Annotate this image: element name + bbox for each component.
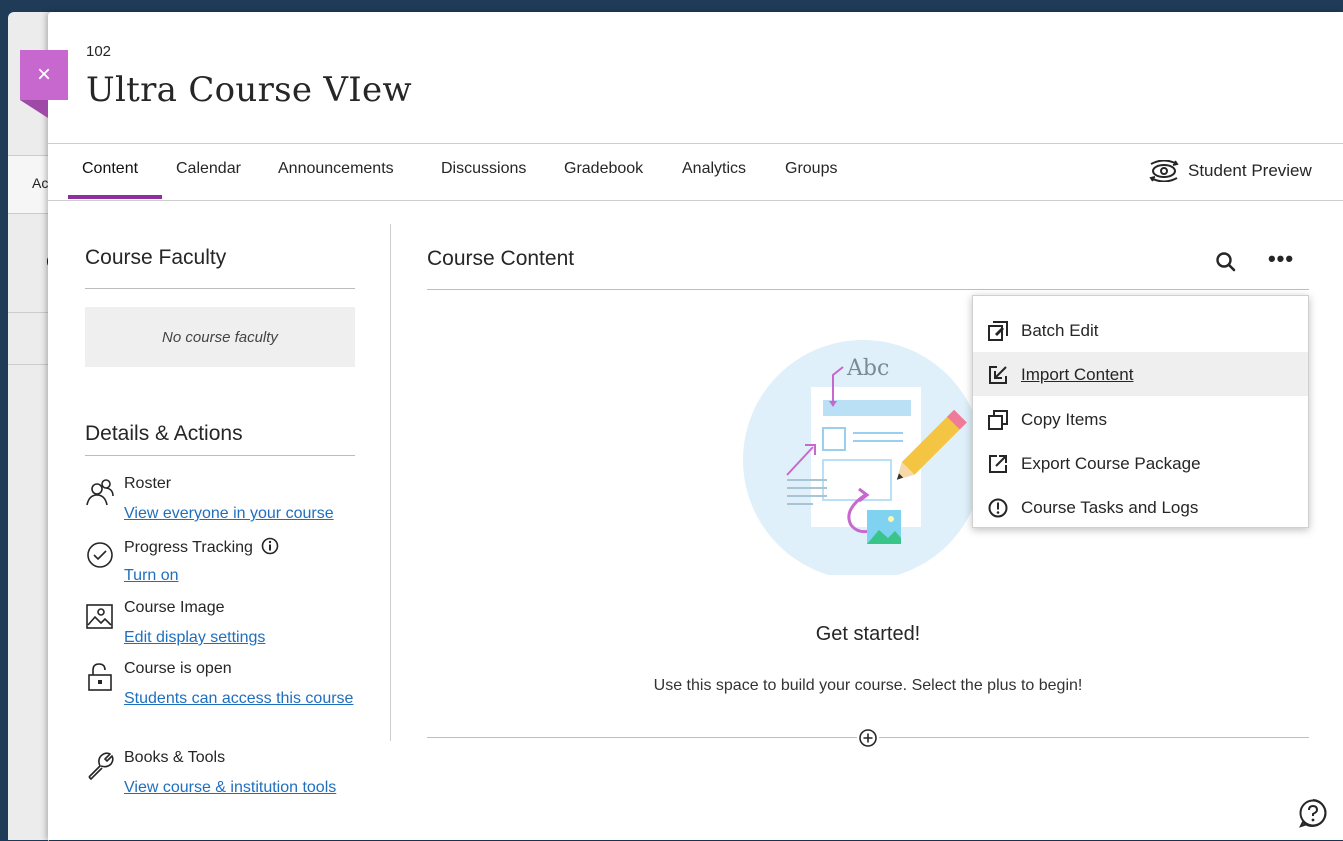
menu-item-export-course-package[interactable]: Export Course Package [973,441,1308,485]
copy-icon [988,410,1008,430]
details-actions-title: Details & Actions [85,422,243,445]
student-preview-button[interactable]: Student Preview [1148,160,1312,182]
tab-content[interactable]: Content [82,160,138,178]
info-icon[interactable] [261,537,279,555]
tab-discussions[interactable]: Discussions [441,160,526,178]
books-tools-label: Books & Tools [124,749,226,766]
course-image-label: Course Image [124,599,225,616]
unlock-icon [88,663,112,691]
active-tab-indicator [68,195,162,199]
tab-announcements[interactable]: Announcements [278,160,394,178]
tab-calendar[interactable]: Calendar [176,160,241,178]
tab-groups[interactable]: Groups [785,160,837,178]
course-tabs: Content Calendar Announcements Discussio… [48,143,1343,201]
page-title: Ultra Course VIew [86,70,412,110]
search-icon[interactable] [1212,248,1240,276]
export-icon [989,455,1007,473]
course-content-title: Course Content [427,247,575,270]
image-icon [86,604,113,629]
roster-label: Roster [124,475,172,492]
progress-tracking-text: Progress Tracking [124,539,253,556]
batch-edit-icon [988,321,1008,341]
close-button[interactable]: × [20,50,68,100]
column-divider [390,224,391,741]
eye-rotate-icon [1149,160,1179,182]
divider [427,289,1309,290]
course-faculty-section: Course Faculty No course faculty [85,224,355,367]
tab-analytics[interactable]: Analytics [682,160,746,178]
course-faculty-title: Course Faculty [85,246,227,269]
course-open-label: Course is open [124,660,232,677]
close-button-fold [20,100,48,118]
import-icon [989,366,1007,384]
more-options-button[interactable]: ••• [1266,248,1296,274]
add-content-plus-icon[interactable] [857,727,879,749]
menu-label: Batch Edit [1021,321,1099,340]
roster-icon [86,479,114,506]
progress-tracking-label: Progress Tracking [124,537,279,557]
menu-label: Copy Items [1021,410,1107,429]
tab-gradebook[interactable]: Gradebook [564,160,643,178]
no-faculty-message: No course faculty [85,307,355,367]
get-started-illustration: Abc [743,340,983,575]
illustration-text: Abc [846,356,889,381]
course-panel: 102 Ultra Course VIew Content Calendar A… [48,12,1343,840]
students-access-link[interactable]: Students can access this course [124,685,364,712]
divider [85,288,355,289]
menu-label: Course Tasks and Logs [1021,498,1199,517]
menu-item-course-tasks-logs[interactable]: Course Tasks and Logs [973,485,1308,529]
more-options-menu: Batch Edit Import Content Copy Items Exp… [972,295,1309,528]
get-started-hint: Use this space to build your course. Sel… [653,677,1083,694]
divider [85,455,355,456]
menu-label: Import Content [1021,365,1134,384]
menu-item-batch-edit[interactable]: Batch Edit [973,308,1308,352]
turn-on-progress-link[interactable]: Turn on [124,562,364,589]
menu-item-import-content[interactable]: Import Content [973,352,1308,396]
student-preview-label: Student Preview [1188,161,1312,180]
course-code: 102 [86,43,112,60]
menu-label: Export Course Package [1021,454,1201,473]
wrench-icon [88,752,114,781]
help-icon[interactable] [1298,798,1328,828]
close-icon: × [36,61,51,88]
edit-display-settings-link[interactable]: Edit display settings [124,624,364,651]
progress-check-icon [87,542,113,568]
alert-icon [988,498,1008,518]
menu-item-copy-items[interactable]: Copy Items [973,397,1308,441]
view-roster-link[interactable]: View everyone in your course [124,500,364,527]
background-tab-fragment: Ac [32,175,49,191]
view-tools-link[interactable]: View course & institution tools [124,774,364,801]
get-started-heading: Get started! [815,623,921,645]
